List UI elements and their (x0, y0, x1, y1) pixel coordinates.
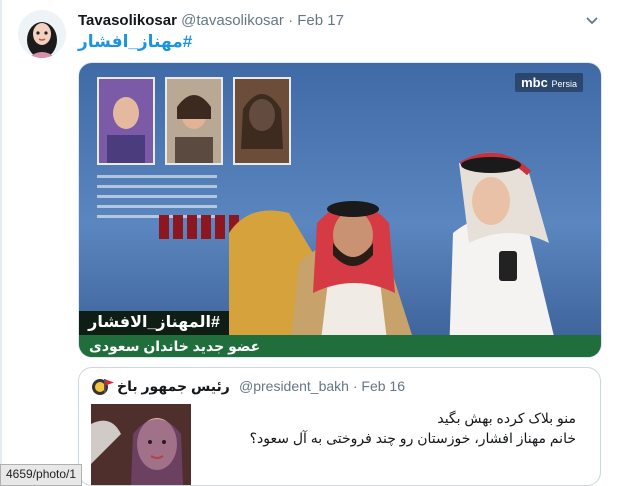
tweet-media-image[interactable]: mbc Persia #المهناز_الافشار عضو جدید خان… (78, 62, 602, 358)
status-bar-link: 4659/photo/1 (0, 464, 83, 486)
media-caption-strip: عضو جدید خاندان سعودی (79, 335, 601, 357)
chevron-down-icon[interactable] (584, 12, 600, 28)
graffiti-mark (159, 215, 239, 239)
quoted-date[interactable]: Feb 16 (361, 378, 405, 394)
tweet-header: Tavasolikosar @tavasolikosar · Feb 17 (78, 12, 344, 29)
portrait-1 (97, 77, 155, 165)
quoted-separator: · (352, 378, 358, 394)
quoted-tweet-text: منو بلاک کرده بهش بگید خانم مهناز افشار،… (196, 408, 576, 448)
people-illustration (229, 152, 559, 357)
network-logo: mbc Persia (515, 73, 583, 92)
hashtag-link[interactable]: #مهناز_افشار (78, 32, 192, 52)
quoted-text-line-1: منو بلاک کرده بهش بگید (437, 410, 576, 426)
portrait-2 (165, 77, 223, 165)
handle[interactable]: @tavasolikosar (181, 12, 284, 29)
quoted-display-name[interactable]: رئیس جمهور باخ (117, 378, 230, 395)
quoted-tweet-image[interactable] (91, 404, 191, 485)
quoted-tweet[interactable]: رئیس جمهور باخ @president_bakh · Feb 16 … (78, 367, 601, 486)
avatar-illustration (18, 10, 66, 58)
quoted-text-line-2: خانم مهناز افشار، خوزستان رو چند فروختی … (249, 430, 576, 446)
display-name[interactable]: Tavasolikosar (78, 12, 177, 29)
red-flag-icon (103, 378, 115, 397)
separator: · (288, 12, 294, 29)
media-caption: #المهناز_الافشار (79, 311, 229, 335)
quoted-handle[interactable]: @president_bakh (239, 378, 349, 394)
tweet-date[interactable]: Feb 17 (297, 12, 344, 29)
quoted-meta: @president_bakh · Feb 16 (239, 378, 405, 394)
timeline-border (0, 0, 2, 484)
avatar[interactable] (18, 10, 66, 58)
